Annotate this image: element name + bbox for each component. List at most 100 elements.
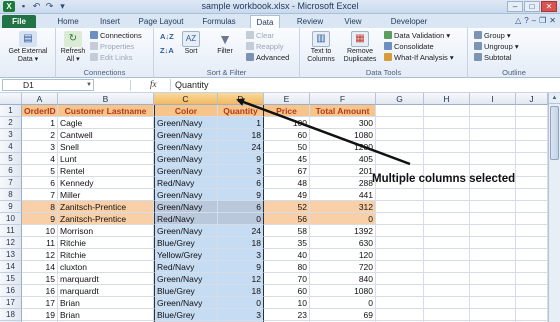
edit-links-button[interactable]: Edit Links [90, 53, 133, 63]
cell-a8[interactable]: 7 [22, 189, 58, 201]
cell-j6[interactable] [516, 165, 548, 177]
row-header-13[interactable]: 13 [0, 249, 22, 261]
row-header-5[interactable]: 5 [0, 153, 22, 165]
cell-f13[interactable]: 120 [310, 249, 376, 261]
cell-d12[interactable]: 18 [218, 237, 264, 249]
cell-e3[interactable]: 60 [264, 129, 310, 141]
cell-j12[interactable] [516, 237, 548, 249]
cell-c10[interactable]: Red/Navy [154, 213, 218, 225]
cell-e8[interactable]: 49 [264, 189, 310, 201]
cell-g1[interactable] [376, 105, 424, 117]
sort-z-a-button[interactable]: Z↓A [160, 46, 174, 56]
cell-h15[interactable] [424, 273, 470, 285]
text-to-columns-button[interactable]: ▥ Text to Columns [304, 31, 338, 64]
minimize-button[interactable]: – [507, 1, 523, 12]
cell-j11[interactable] [516, 225, 548, 237]
row-header-16[interactable]: 16 [0, 285, 22, 297]
cell-b10[interactable]: Zanitsch-Prentice [58, 213, 154, 225]
cell-e18[interactable]: 23 [264, 309, 310, 321]
cell-g16[interactable] [376, 285, 424, 297]
cell-f15[interactable]: 840 [310, 273, 376, 285]
cell-h4[interactable] [424, 141, 470, 153]
cell-j16[interactable] [516, 285, 548, 297]
column-header-g[interactable]: G [376, 93, 424, 105]
cell-e7[interactable]: 48 [264, 177, 310, 189]
cell-b8[interactable]: Miller [58, 189, 154, 201]
cell-c7[interactable]: Red/Navy [154, 177, 218, 189]
cell-a4[interactable]: 3 [22, 141, 58, 153]
cell-i11[interactable] [470, 225, 516, 237]
cell-b1[interactable]: Customer Lastname [58, 105, 154, 117]
cell-a14[interactable]: 14 [22, 261, 58, 273]
cell-h10[interactable] [424, 213, 470, 225]
cell-c8[interactable]: Green/Navy [154, 189, 218, 201]
cell-b17[interactable]: Brian [58, 297, 154, 309]
connections-button[interactable]: Connections [90, 31, 142, 41]
cell-c3[interactable]: Green/Navy [154, 129, 218, 141]
cell-g17[interactable] [376, 297, 424, 309]
cell-f8[interactable]: 441 [310, 189, 376, 201]
cell-c9[interactable]: Green/Navy [154, 201, 218, 213]
cell-b12[interactable]: Ritchie [58, 237, 154, 249]
row-header-15[interactable]: 15 [0, 273, 22, 285]
cell-j1[interactable] [516, 105, 548, 117]
cell-b2[interactable]: Cagle [58, 117, 154, 129]
cell-a1[interactable]: OrderID [22, 105, 58, 117]
cell-f14[interactable]: 720 [310, 261, 376, 273]
select-all-corner[interactable] [0, 93, 22, 105]
cell-b13[interactable]: Ritchie [58, 249, 154, 261]
cell-i2[interactable] [470, 117, 516, 129]
help-icon[interactable]: ? [524, 16, 528, 25]
cell-j2[interactable] [516, 117, 548, 129]
doc-minimize-icon[interactable]: – [532, 16, 536, 25]
row-header-11[interactable]: 11 [0, 225, 22, 237]
cell-c6[interactable]: Green/Navy [154, 165, 218, 177]
remove-duplicates-button[interactable]: ▦ Remove Duplicates [340, 31, 380, 64]
cell-c11[interactable]: Green/Navy [154, 225, 218, 237]
sort-button[interactable]: AZ Sort [180, 31, 202, 56]
cell-c14[interactable]: Red/Navy [154, 261, 218, 273]
cell-h8[interactable] [424, 189, 470, 201]
cell-i14[interactable] [470, 261, 516, 273]
cell-e2[interactable]: 100 [264, 117, 310, 129]
data-validation-button[interactable]: Data Validation ▾ [384, 31, 450, 41]
cell-c2[interactable]: Green/Navy [154, 117, 218, 129]
cell-i8[interactable] [470, 189, 516, 201]
tab-data[interactable]: Data [250, 15, 280, 28]
cell-d1[interactable]: Quantity [218, 105, 264, 117]
cell-j15[interactable] [516, 273, 548, 285]
column-header-b[interactable]: B [58, 93, 154, 105]
cell-j3[interactable] [516, 129, 548, 141]
what-if-analysis-button[interactable]: What-If Analysis ▾ [384, 53, 454, 63]
doc-restore-icon[interactable]: ❐ [539, 16, 546, 25]
formula-input[interactable]: Quantity [170, 79, 556, 91]
vertical-scrollbar[interactable]: ▲ [548, 93, 560, 322]
row-header-10[interactable]: 10 [0, 213, 22, 225]
cell-g2[interactable] [376, 117, 424, 129]
cell-a16[interactable]: 16 [22, 285, 58, 297]
clear-button[interactable]: Clear [246, 31, 274, 41]
cell-b18[interactable]: Brian [58, 309, 154, 321]
cell-h12[interactable] [424, 237, 470, 249]
cell-h17[interactable] [424, 297, 470, 309]
cell-f12[interactable]: 630 [310, 237, 376, 249]
cell-a5[interactable]: 4 [22, 153, 58, 165]
cell-i12[interactable] [470, 237, 516, 249]
worksheet-grid[interactable]: A B C D E F G H I J 1 OrderID Customer Lastname Color… [0, 93, 548, 322]
cell-f11[interactable]: 1392 [310, 225, 376, 237]
cell-c4[interactable]: Green/Navy [154, 141, 218, 153]
cell-i9[interactable] [470, 201, 516, 213]
cell-e15[interactable]: 70 [264, 273, 310, 285]
cell-i5[interactable] [470, 153, 516, 165]
cell-e13[interactable]: 40 [264, 249, 310, 261]
cell-h2[interactable] [424, 117, 470, 129]
tab-view[interactable]: View [338, 15, 368, 28]
cell-i13[interactable] [470, 249, 516, 261]
column-header-h[interactable]: H [424, 93, 470, 105]
sort-a-z-button[interactable]: A↓Z [160, 32, 174, 42]
cell-b5[interactable]: Lunt [58, 153, 154, 165]
refresh-all-button[interactable]: ↻ Refresh All ▾ [60, 31, 86, 64]
cell-j4[interactable] [516, 141, 548, 153]
tab-home[interactable]: Home [50, 15, 86, 28]
cell-f5[interactable]: 405 [310, 153, 376, 165]
